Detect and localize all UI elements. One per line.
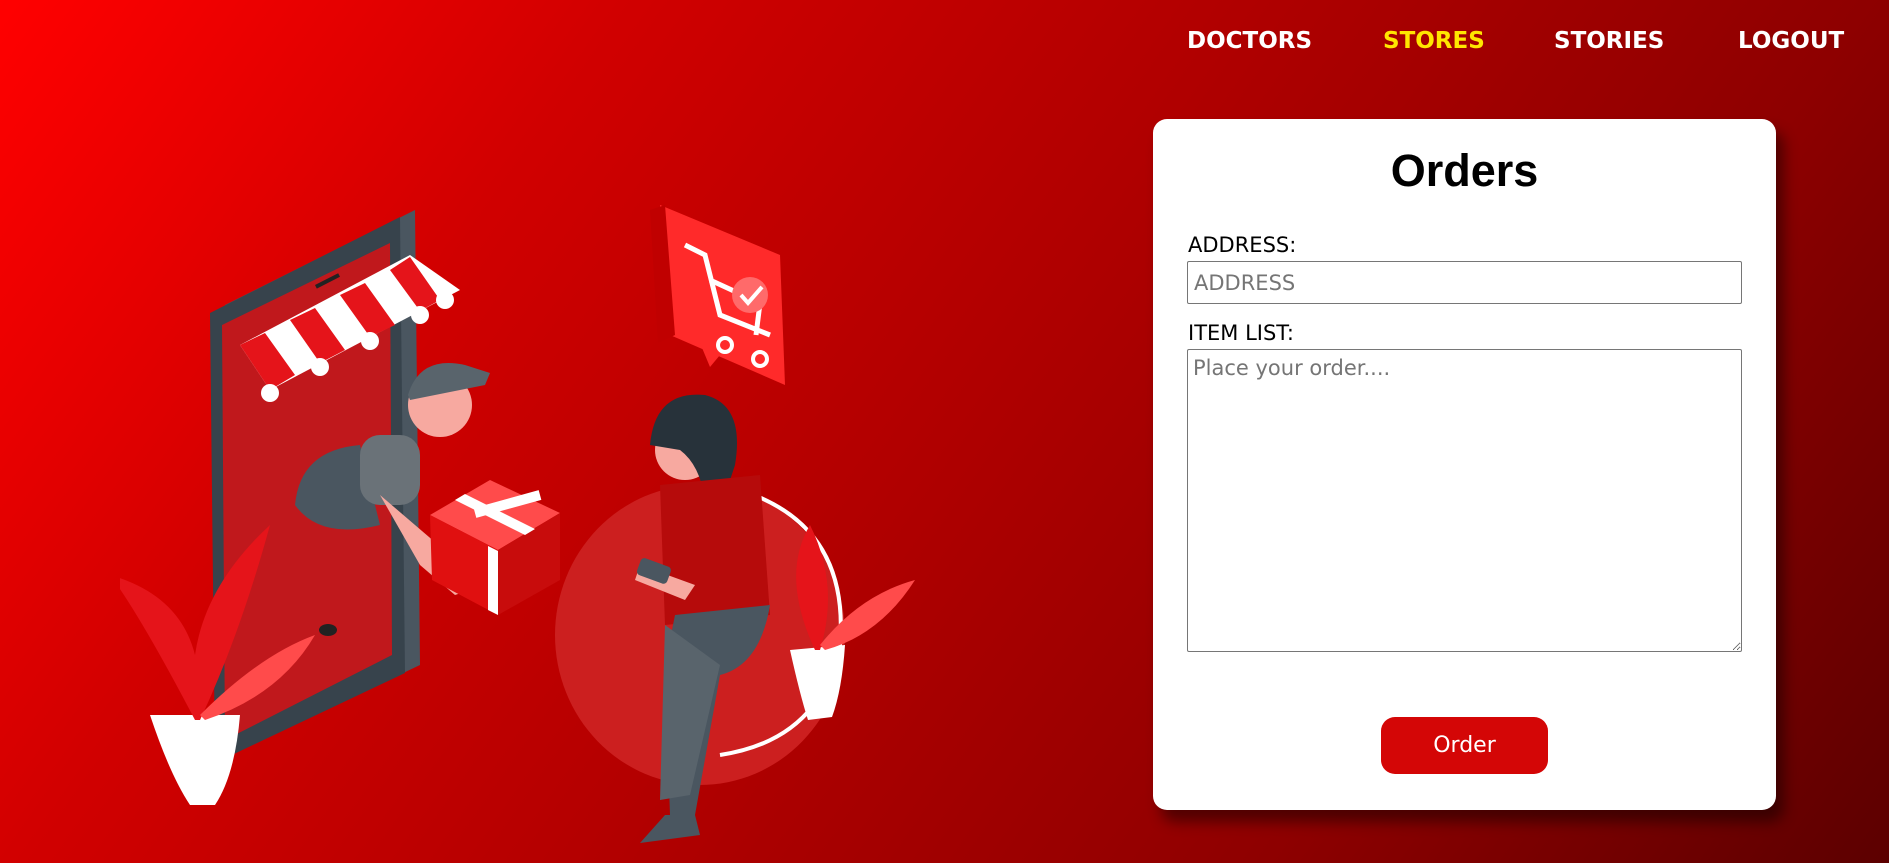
delivery-illustration [110, 195, 940, 845]
address-label: ADDRESS: [1188, 233, 1297, 257]
shopping-cart-bubble-icon [650, 205, 785, 385]
nav-link-stores[interactable]: STORES [1383, 28, 1485, 54]
order-button[interactable]: Order [1381, 717, 1548, 774]
orders-title: Orders [1390, 145, 1539, 196]
nav-link-logout[interactable]: LOGOUT [1738, 28, 1844, 54]
address-input[interactable] [1187, 261, 1742, 304]
orders-card: Orders ADDRESS: ITEM LIST: Order [1153, 119, 1776, 810]
nav-link-doctors[interactable]: DOCTORS [1187, 28, 1312, 54]
package-box-icon [430, 480, 560, 615]
top-navigation: DOCTORS STORES STORIES LOGOUT [1129, 0, 1889, 86]
item-list-textarea[interactable] [1187, 349, 1742, 652]
potted-plant-icon [790, 525, 915, 720]
nav-link-stories[interactable]: STORIES [1554, 28, 1664, 54]
item-list-label: ITEM LIST: [1188, 321, 1294, 345]
